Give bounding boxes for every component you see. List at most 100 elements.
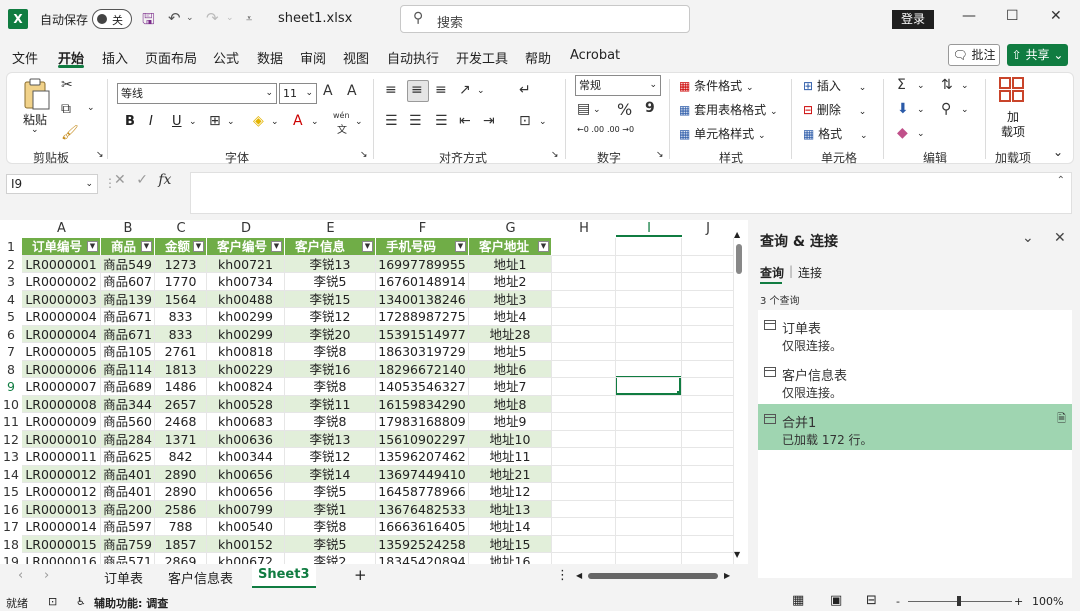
menu-review[interactable]: 审阅 xyxy=(300,48,326,67)
find-select-icon[interactable]: ⚲ xyxy=(941,101,951,117)
number-launcher-icon[interactable]: ↘ xyxy=(656,150,664,160)
delete-cells-button[interactable]: ⊟ 删除 ⌄ xyxy=(803,101,866,118)
collapse-ribbon-icon[interactable]: ⌄ xyxy=(1053,145,1063,159)
list-item[interactable]: 客户信息表 仅限连接。 xyxy=(758,357,1072,403)
table-cell[interactable] xyxy=(552,448,616,466)
table-header-cell[interactable]: 客户地址 ▼ xyxy=(469,238,552,256)
accounting-format-icon[interactable]: ▤ xyxy=(577,101,590,117)
filter-dropdown-icon[interactable]: ▼ xyxy=(193,241,204,252)
find-dropdown-icon[interactable]: ⌄ xyxy=(961,105,969,115)
row-header[interactable]: 18 xyxy=(0,536,22,554)
table-cell[interactable] xyxy=(682,448,734,466)
table-cell[interactable]: 李锐12 xyxy=(285,448,376,466)
align-bottom-icon[interactable]: ≡ xyxy=(435,82,447,98)
table-cell[interactable]: kh00672 xyxy=(207,553,285,564)
paste-button[interactable] xyxy=(21,77,53,111)
table-cell[interactable]: LR0000004 xyxy=(22,325,101,343)
panel-options-icon[interactable]: ⌄ xyxy=(1022,230,1034,246)
sheet-tab-sheet3[interactable]: Sheet3 xyxy=(252,564,316,588)
table-cell[interactable]: 15610902297 xyxy=(376,430,469,448)
table-cell[interactable]: 13592524258 xyxy=(376,535,469,553)
wrap-text-icon[interactable]: ↵ xyxy=(519,82,531,98)
table-cell[interactable]: 地址6 xyxy=(469,360,552,378)
table-cell[interactable]: 16159834290 xyxy=(376,395,469,413)
table-cell[interactable]: 商品549 xyxy=(101,255,155,273)
table-cell[interactable]: 1486 xyxy=(155,378,207,396)
table-cell[interactable]: 13697449410 xyxy=(376,465,469,483)
table-cell[interactable]: 地址11 xyxy=(469,448,552,466)
table-cell[interactable]: 788 xyxy=(155,518,207,536)
table-cell[interactable] xyxy=(682,535,734,553)
table-cell[interactable]: kh00683 xyxy=(207,413,285,431)
table-cell[interactable] xyxy=(682,483,734,501)
page-layout-view-icon[interactable]: ▣ xyxy=(830,593,842,608)
expand-formula-bar-icon[interactable]: ⌃ xyxy=(1057,175,1065,186)
table-cell[interactable]: 2468 xyxy=(155,413,207,431)
table-cell[interactable] xyxy=(552,535,616,553)
table-cell[interactable] xyxy=(616,483,682,501)
font-grow-icon[interactable]: A xyxy=(323,83,333,99)
table-cell[interactable]: kh00152 xyxy=(207,535,285,553)
increase-indent-icon[interactable]: ⇥ xyxy=(483,113,495,129)
addins-button[interactable] xyxy=(999,77,1025,103)
table-cell[interactable] xyxy=(552,378,616,396)
menu-automate[interactable]: 自动执行 xyxy=(387,48,439,67)
table-cell[interactable] xyxy=(682,378,734,396)
autosave-toggle[interactable]: 关 xyxy=(92,9,132,29)
column-header[interactable]: A xyxy=(22,220,101,237)
table-cell[interactable] xyxy=(552,413,616,431)
customize-toolbar-icon[interactable]: ⩡ xyxy=(246,12,252,26)
row-header[interactable]: 2 xyxy=(0,256,22,274)
table-format-button[interactable]: ▦ 套用表格格式 ⌄ xyxy=(679,101,778,118)
peek-document-icon[interactable]: 🗎 xyxy=(1057,410,1066,429)
table-cell[interactable]: 833 xyxy=(155,308,207,326)
cut-icon[interactable]: ✂ xyxy=(61,77,73,93)
clear-dropdown-icon[interactable]: ⌄ xyxy=(917,129,925,139)
table-cell[interactable]: 李锐8 xyxy=(285,413,376,431)
filter-dropdown-icon[interactable]: ▼ xyxy=(271,241,282,252)
table-cell[interactable]: 商品344 xyxy=(101,395,155,413)
menu-formulas[interactable]: 公式 xyxy=(213,48,239,67)
row-header[interactable]: 5 xyxy=(0,308,22,326)
align-middle-button[interactable]: ≡ xyxy=(407,80,429,102)
table-cell[interactable]: 14053546327 xyxy=(376,378,469,396)
number-format-combo[interactable]: 常规 ⌄ xyxy=(575,75,661,96)
zoom-slider-thumb[interactable] xyxy=(957,596,961,606)
table-cell[interactable]: 李锐1 xyxy=(285,500,376,518)
table-cell[interactable]: 2869 xyxy=(155,553,207,564)
table-cell[interactable]: LR0000007 xyxy=(22,378,101,396)
table-cell[interactable] xyxy=(552,553,616,564)
table-cell[interactable]: 商品689 xyxy=(101,378,155,396)
table-cell[interactable]: 17983168809 xyxy=(376,413,469,431)
table-cell[interactable]: 2890 xyxy=(155,483,207,501)
menu-help[interactable]: 帮助 xyxy=(525,48,551,67)
fill-color-icon[interactable]: ◈ xyxy=(253,113,264,129)
row-header[interactable]: 11 xyxy=(0,413,22,431)
format-painter-icon[interactable]: 🖌 xyxy=(61,125,79,141)
borders-dropdown-icon[interactable]: ⌄ xyxy=(227,117,235,127)
redo-dropdown-icon[interactable]: ⌄ xyxy=(226,13,234,23)
comma-style-button[interactable]: 9 xyxy=(645,100,655,116)
table-cell[interactable]: 商品671 xyxy=(101,325,155,343)
table-cell[interactable]: 商品105 xyxy=(101,343,155,361)
table-cell[interactable]: 商品759 xyxy=(101,535,155,553)
table-cell[interactable]: 商品139 xyxy=(101,290,155,308)
table-cell[interactable] xyxy=(552,290,616,308)
table-cell[interactable]: 商品625 xyxy=(101,448,155,466)
table-cell[interactable]: LR0000011 xyxy=(22,448,101,466)
table-cell[interactable]: LR0000015 xyxy=(22,535,101,553)
table-header-cell[interactable]: 商品 ▼ xyxy=(101,238,155,256)
row-header[interactable]: 19 xyxy=(0,553,22,564)
table-cell[interactable]: 地址1 xyxy=(469,255,552,273)
table-cell[interactable]: 商品114 xyxy=(101,360,155,378)
tab-queries[interactable]: 查询 xyxy=(760,264,784,281)
row-header[interactable]: 10 xyxy=(0,396,22,414)
font-launcher-icon[interactable]: ↘ xyxy=(360,150,368,160)
zoom-out-button[interactable]: - xyxy=(896,595,900,608)
table-cell[interactable]: 16663616405 xyxy=(376,518,469,536)
table-cell[interactable]: 商品671 xyxy=(101,308,155,326)
table-cell[interactable] xyxy=(682,413,734,431)
table-cell[interactable]: 李锐20 xyxy=(285,325,376,343)
table-cell[interactable]: LR0000008 xyxy=(22,395,101,413)
menu-data[interactable]: 数据 xyxy=(257,48,283,67)
